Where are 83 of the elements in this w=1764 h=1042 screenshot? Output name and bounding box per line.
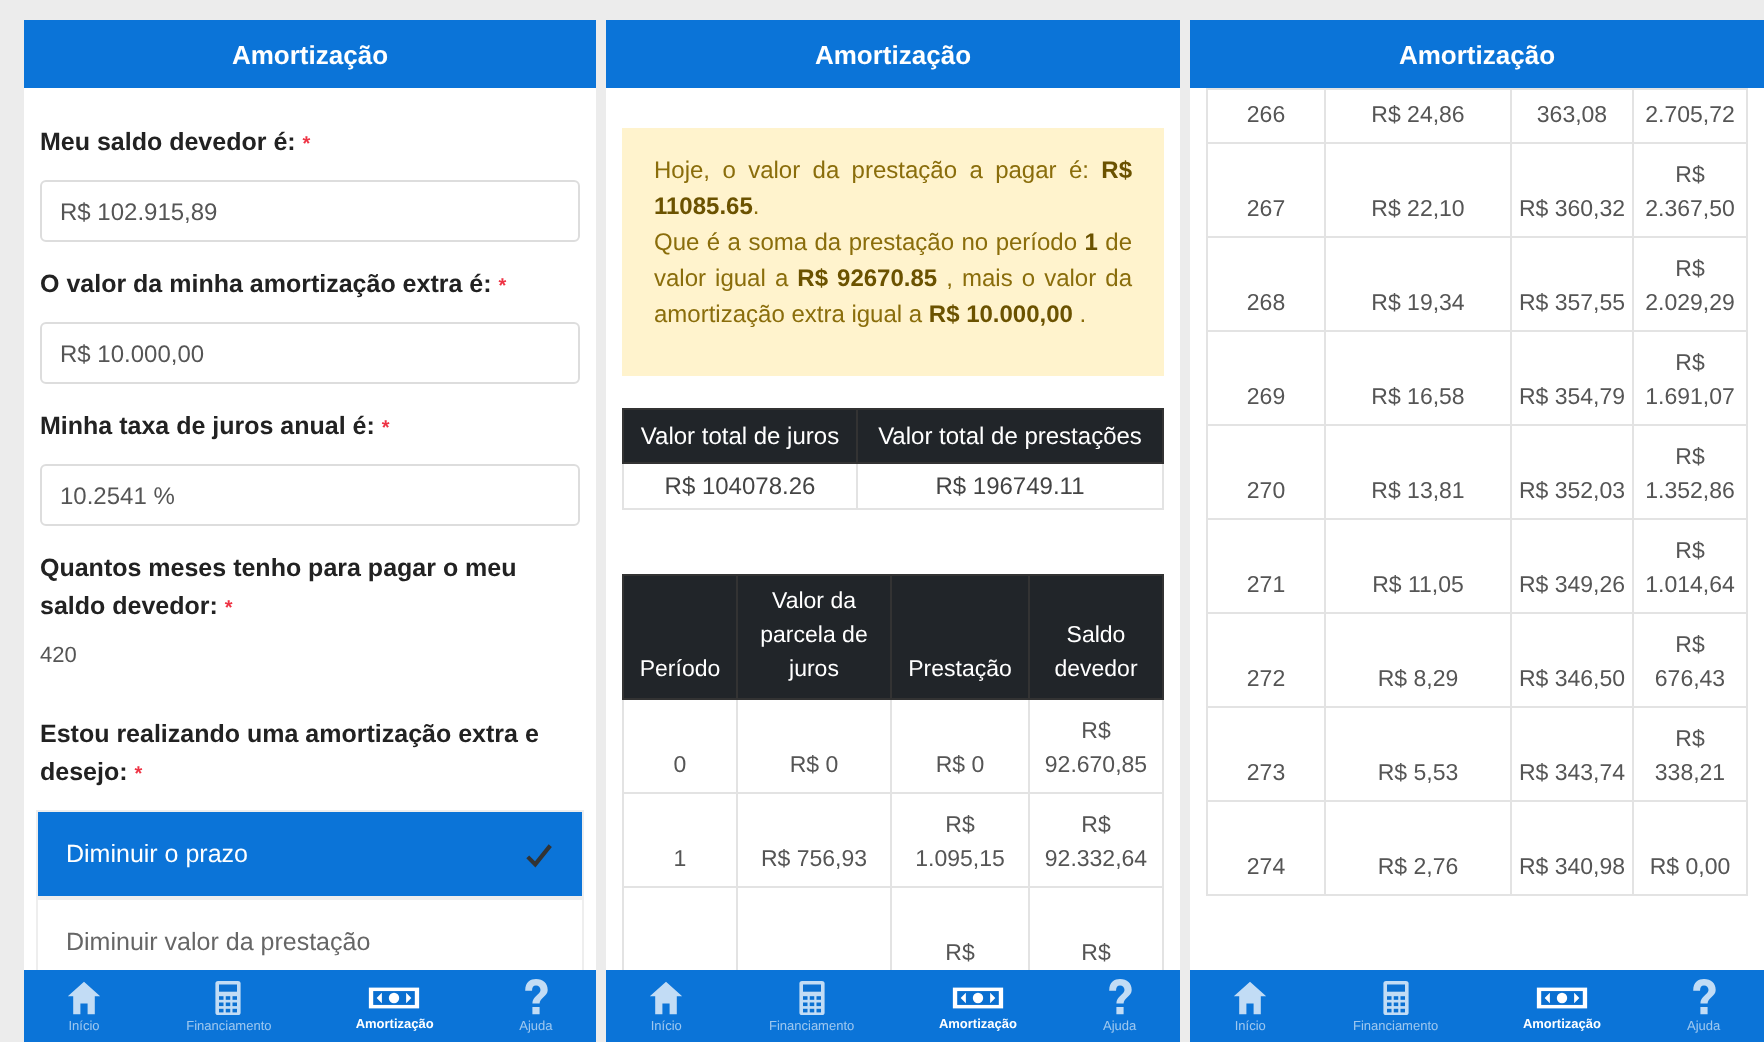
table-cell: R$ 0	[935, 754, 985, 778]
column-header: Período	[623, 575, 737, 699]
house-icon	[648, 978, 685, 1018]
option-label: Diminuir valor da prestação	[66, 928, 371, 956]
house-icon	[66, 978, 103, 1018]
calculator-icon	[793, 978, 830, 1018]
alert-text: Que é a soma da prestação no período 1 de valor igual a R$ 92670.85 , mais o valor da amortização extra igual a R$ 10.000,00 .	[654, 226, 1132, 332]
table-cell: R$ 1.691,07	[1645, 352, 1735, 410]
input-field[interactable]: R$ 10.000,00	[40, 322, 580, 384]
required-mark: *	[381, 418, 390, 440]
required-mark: *	[302, 134, 311, 156]
column-header: Valor total de prestações	[856, 409, 1163, 463]
screen-title: Amortização	[231, 39, 389, 69]
table-cell: 269	[1246, 386, 1286, 410]
table-cell: R$ 5,53	[1377, 762, 1459, 786]
calculator-icon	[1377, 978, 1414, 1018]
calculator-icon	[210, 978, 247, 1018]
screen-title: Amortização	[814, 39, 972, 69]
table-cell: R$ 357,55	[1518, 292, 1626, 316]
option-item[interactable]: Diminuir o prazo	[36, 810, 584, 898]
table-cell: R$ 343,74	[1518, 762, 1626, 786]
table-cell: R$ 346,50	[1518, 668, 1626, 692]
table-cell: R$ 11,05	[1372, 574, 1464, 598]
table-cell: 274	[1246, 856, 1286, 880]
field-value: 420	[40, 644, 79, 668]
table-cell: 363,08	[1536, 103, 1608, 127]
option-label: Diminuir o prazo	[66, 840, 249, 868]
field-label: Meu saldo devedor é: *	[40, 126, 313, 160]
column-header: Valor total de juros	[623, 409, 857, 463]
screen-title: Amortização	[1398, 39, 1556, 69]
column-header: Prestação	[891, 575, 1029, 699]
table-cell: 0	[673, 754, 687, 778]
table-cell: 266	[1246, 103, 1286, 127]
table-cell: 271	[1246, 574, 1286, 598]
table-cell: 2.705,72	[1645, 103, 1735, 127]
table-cell: R$ 0,00	[1649, 856, 1731, 880]
table-cell: R$ 196749.11	[856, 463, 1163, 509]
table-cell: R$ 92.332,64	[1044, 814, 1148, 872]
table-cell: R$ 92.670,85	[1044, 720, 1148, 778]
table-cell: R$ 13,81	[1371, 480, 1465, 504]
required-mark: *	[224, 598, 233, 620]
checkmark-icon	[524, 839, 554, 869]
column-header: Saldo devedor	[1029, 575, 1163, 699]
table-cell: R$ 8,29	[1377, 668, 1459, 692]
table-cell: R$ 349,26	[1518, 574, 1626, 598]
table-cell: R$ 360,32	[1518, 198, 1626, 222]
table-cell: R$ 1.352,86	[1645, 446, 1735, 504]
table-cell: R$ 756,93	[760, 848, 868, 872]
field-label: O valor da minha amortização extra é: *	[40, 268, 509, 302]
table-cell: R$ 354,79	[1518, 386, 1626, 410]
table-cell: R$ 2,76	[1377, 856, 1459, 880]
required-mark: *	[498, 276, 507, 298]
table-cell: R$ 19,34	[1371, 292, 1465, 316]
table-cell: R$ 2.029,29	[1645, 258, 1735, 316]
field-label: Minha taxa de juros anual é: *	[40, 410, 392, 444]
table-cell: R$ 1.014,64	[1645, 540, 1735, 598]
table-cell: 267	[1246, 198, 1286, 222]
column-header: Valor da parcela de juros	[737, 575, 891, 699]
house-icon	[1232, 978, 1269, 1018]
input-field[interactable]: 10.2541 %	[40, 464, 580, 526]
table-cell: R$ 16,58	[1371, 386, 1465, 410]
input-field[interactable]: R$ 102.915,89	[40, 180, 580, 242]
field-label: Quantos meses tenho para pagar o meu saldo devedor: *	[40, 552, 519, 624]
table-cell: R$ 2.367,50	[1645, 164, 1735, 222]
table-cell: R$	[1081, 942, 1111, 966]
table-cell: R$	[945, 942, 975, 966]
table-cell: R$ 338,21	[1654, 728, 1726, 786]
table-cell: 268	[1246, 292, 1286, 316]
table-cell: R$ 0	[789, 754, 839, 778]
table-cell: R$ 352,03	[1518, 480, 1626, 504]
table-cell: 273	[1246, 762, 1286, 786]
table-cell: 272	[1246, 668, 1286, 692]
table-cell: R$ 340,98	[1518, 856, 1626, 880]
table-cell: R$ 22,10	[1371, 198, 1465, 222]
table-cell: 1	[673, 848, 687, 872]
table-cell: R$ 676,43	[1654, 634, 1726, 692]
required-mark: *	[134, 764, 143, 786]
table-cell: R$ 24,86	[1371, 103, 1465, 127]
table-cell: R$ 104078.26	[623, 463, 857, 509]
alert-text: Hoje, o valor da prestação a pagar é: R$ 11085.65.	[654, 154, 1132, 224]
table-cell: 270	[1246, 480, 1286, 504]
field-label: Estou realizando uma amortização extra e desejo: *	[40, 718, 541, 790]
table-cell: R$ 1.095,15	[915, 814, 1005, 872]
